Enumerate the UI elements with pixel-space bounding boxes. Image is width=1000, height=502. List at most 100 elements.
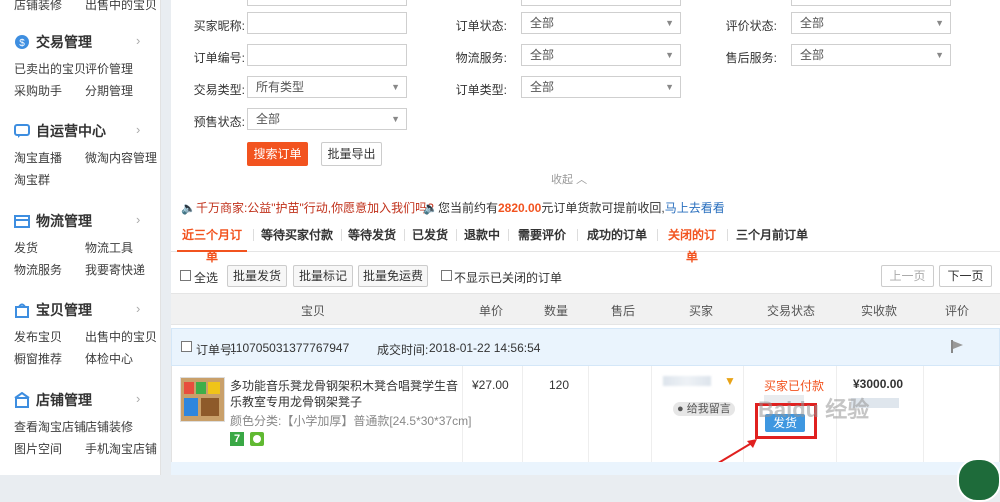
trade-icon: $ <box>14 34 30 50</box>
sidebar-section-title: 店铺管理 <box>36 392 92 408</box>
chevron-up-icon: ︿ <box>576 174 588 186</box>
tab-shipped[interactable]: 已发货 <box>410 224 450 250</box>
buyer-message-button[interactable]: ● 给我留言 <box>673 402 735 416</box>
product-thumbnail[interactable] <box>180 377 225 422</box>
collapse-label: 收起 <box>551 174 573 186</box>
sidebar-item-weitao[interactable]: 微淘内容管理 <box>85 149 157 166</box>
dropdown-arrow-icon: ▼ <box>665 18 674 28</box>
sidebar-section-shop[interactable]: 店铺管理 <box>14 390 92 410</box>
sidebar-link-onsale[interactable]: 出售中的宝贝 <box>85 0 157 13</box>
sidebar-item-mobile-shop[interactable]: 手机淘宝店铺 <box>85 440 157 457</box>
chevron-right-icon[interactable]: › <box>136 391 140 406</box>
filter-icon[interactable]: ▼ <box>724 374 736 388</box>
search-orders-button[interactable]: 搜索订单 <box>247 142 308 166</box>
sidebar-item-rating[interactable]: 评价管理 <box>85 60 133 77</box>
col-qty: 数量 <box>544 304 569 318</box>
collapse-toggle[interactable]: 收起 ︿ <box>551 171 587 187</box>
speaker-icon: 🔈 <box>181 201 196 215</box>
select-all-checkbox[interactable] <box>180 270 191 281</box>
sidebar-item-purchase[interactable]: 采购助手 <box>14 82 62 99</box>
next-page-button[interactable]: 下一页 <box>939 265 992 287</box>
sidebar-item-sold[interactable]: 已卖出的宝贝 <box>14 60 86 77</box>
tab-divider <box>341 229 342 241</box>
buyer-nick-input[interactable] <box>247 12 407 34</box>
sidebar-section-trade[interactable]: $ 交易管理 <box>14 32 92 52</box>
chevron-right-icon[interactable]: › <box>136 33 140 48</box>
quantity: 120 <box>549 378 570 392</box>
sidebar: 店铺装修 出售中的宝贝 $ 交易管理 › 已卖出的宝贝 评价管理 采购助手 分期… <box>0 0 161 475</box>
order-number: 110705031377767947 <box>230 341 350 355</box>
tab-recent-3-months[interactable]: 近三个月订单 <box>177 224 247 264</box>
sidebar-item-onsale-goods[interactable]: 出售中的宝贝 <box>85 328 157 345</box>
dropdown-arrow-icon: ▼ <box>935 50 944 60</box>
sidebar-item-images[interactable]: 图片空间 <box>14 440 62 457</box>
buyer-nick-label: 买家昵称: <box>193 19 245 33</box>
batch-free-shipping-button[interactable]: 批量免运费 <box>358 265 428 287</box>
floating-badge-icon[interactable] <box>957 458 1000 502</box>
sidebar-item-ship[interactable]: 发货 <box>14 239 38 256</box>
tab-need-rating[interactable]: 需要评价 <box>514 224 570 250</box>
flag-icon[interactable] <box>950 339 964 356</box>
sidebar-section-logistics[interactable]: 物流管理 <box>14 211 92 231</box>
sidebar-item-window[interactable]: 橱窗推荐 <box>14 350 62 367</box>
tab-refunding[interactable]: 退款中 <box>462 224 502 250</box>
hide-closed-checkbox[interactable] <box>441 270 452 281</box>
sidebar-section-goods[interactable]: 宝贝管理 <box>14 300 92 320</box>
tab-divider <box>727 229 728 241</box>
tab-await-ship[interactable]: 等待发货 <box>347 224 397 250</box>
sidebar-item-installment[interactable]: 分期管理 <box>85 82 133 99</box>
tab-divider <box>508 229 509 241</box>
product-title[interactable]: 多功能音乐凳龙骨钢架积木凳合唱凳学生音乐教室专用龙骨钢架凳子 <box>230 378 460 410</box>
top-cut-input[interactable] <box>521 0 681 6</box>
buyer-nick-blurred[interactable] <box>663 376 711 386</box>
loan-notice-link[interactable]: 马上去看看 <box>665 201 725 215</box>
dropdown-arrow-icon: ▼ <box>391 82 400 92</box>
sidebar-item-logistics-service[interactable]: 物流服务 <box>14 261 62 278</box>
chevron-right-icon[interactable]: › <box>136 301 140 316</box>
rating-status-select[interactable]: 全部 ▼ <box>791 12 951 34</box>
chevron-right-icon[interactable]: › <box>136 212 140 227</box>
sidebar-link-shop-decor[interactable]: 店铺装修 <box>14 0 62 13</box>
top-cut-input[interactable] <box>791 0 951 6</box>
batch-export-button[interactable]: 批量导出 <box>321 142 382 166</box>
sidebar-item-live[interactable]: 淘宝直播 <box>14 149 62 166</box>
sidebar-section-title: 交易管理 <box>36 34 92 50</box>
sidebar-item-logistics-tools[interactable]: 物流工具 <box>85 239 133 256</box>
sidebar-item-send-express[interactable]: 我要寄快递 <box>85 261 145 278</box>
presale-label: 预售状态: <box>193 115 245 129</box>
tab-await-payment[interactable]: 等待买家付款 <box>259 224 335 250</box>
sidebar-item-view-shop[interactable]: 查看淘宝店铺 <box>14 418 86 435</box>
tab-closed[interactable]: 关闭的订单 <box>663 224 721 264</box>
rating-status-label: 评价状态: <box>725 19 777 33</box>
message-icon: ● <box>677 403 684 415</box>
dropdown-arrow-icon: ▼ <box>665 82 674 92</box>
dropdown-arrow-icon: ▼ <box>935 18 944 28</box>
charity-notice[interactable]: 🔈千万商家:公益"护苗"行动,你愿意加入我们吗? <box>181 199 434 216</box>
batch-ship-button[interactable]: 批量发货 <box>227 265 287 287</box>
sidebar-section-self-ops[interactable]: 自运营中心 <box>14 121 106 141</box>
tab-success[interactable]: 成功的订单 <box>583 224 651 250</box>
sidebar-item-publish[interactable]: 发布宝贝 <box>14 328 62 345</box>
order-no-input[interactable] <box>247 44 407 66</box>
order-type-select[interactable]: 全部 ▼ <box>521 76 681 98</box>
chevron-right-icon[interactable]: › <box>136 122 140 137</box>
trade-type-select[interactable]: 所有类型 ▼ <box>247 76 407 98</box>
logistics-label: 物流服务: <box>455 51 507 65</box>
unit-price: ¥27.00 <box>472 378 509 392</box>
batch-mark-button[interactable]: 批量标记 <box>293 265 353 287</box>
sidebar-item-shop-decor[interactable]: 店铺装修 <box>85 418 133 435</box>
presale-select[interactable]: 全部 ▼ <box>247 108 407 130</box>
after-sale-select[interactable]: 全部 ▼ <box>791 44 951 66</box>
order-status-select[interactable]: 全部 ▼ <box>521 12 681 34</box>
tab-divider <box>577 229 578 241</box>
sidebar-item-group[interactable]: 淘宝群 <box>14 171 50 188</box>
top-cut-input[interactable] <box>247 0 407 6</box>
col-buyer: 买家 <box>689 304 714 318</box>
dropdown-arrow-icon: ▼ <box>391 114 400 124</box>
tab-older-than-3-months[interactable]: 三个月前订单 <box>733 224 811 250</box>
main-panel: 买家昵称: 订单状态: 全部 ▼ 评价状态: 全部 ▼ 订单编号: 物流服务: 全部… <box>171 0 1000 475</box>
logistics-select[interactable]: 全部 ▼ <box>521 44 681 66</box>
prev-page-button[interactable]: 上一页 <box>881 265 934 287</box>
sidebar-item-checkup[interactable]: 体检中心 <box>85 350 133 367</box>
order-checkbox[interactable] <box>181 341 192 352</box>
